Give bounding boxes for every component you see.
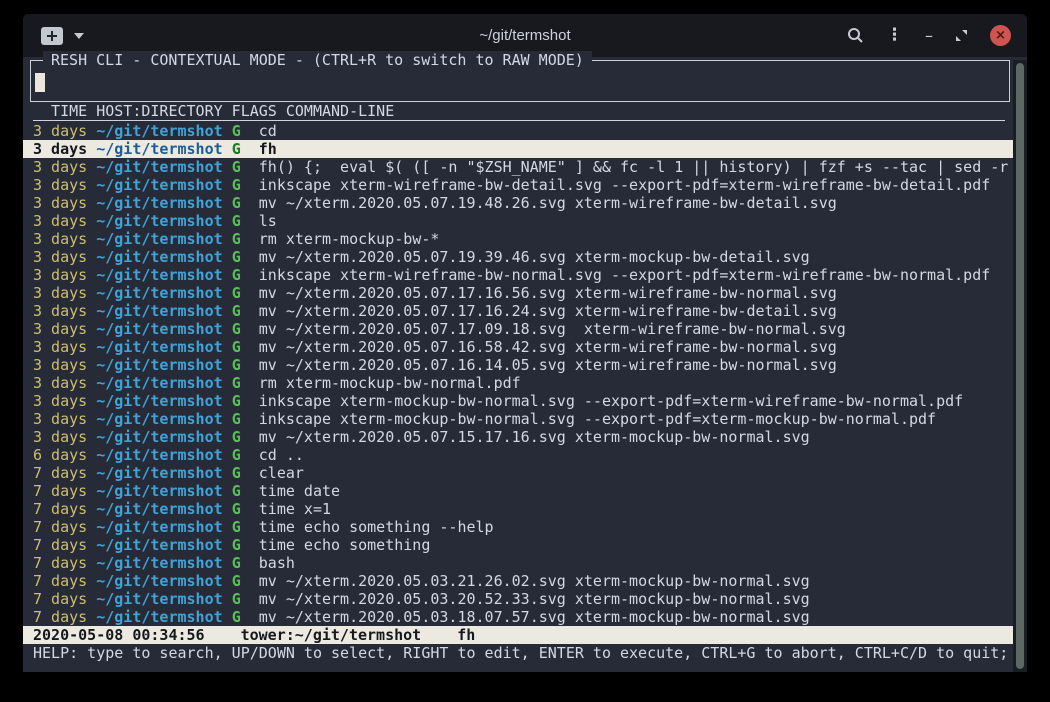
history-row[interactable]: 7 days ~/git/termshot G time echo someth… bbox=[23, 518, 1013, 536]
history-row[interactable]: 3 days ~/git/termshot G inkscape xterm-m… bbox=[23, 410, 1013, 428]
history-row[interactable]: 3 days ~/git/termshot G inkscape xterm-m… bbox=[23, 392, 1013, 410]
terminal-content: RESH CLI - CONTEXTUAL MODE - (CTRL+R to … bbox=[23, 60, 1027, 672]
history-row[interactable]: 7 days ~/git/termshot G bash bbox=[23, 554, 1013, 572]
history-row[interactable]: 3 days ~/git/termshot G rm xterm-mockup-… bbox=[23, 374, 1013, 392]
history-row[interactable]: 3 days ~/git/termshot G rm xterm-mockup-… bbox=[23, 230, 1013, 248]
history-row[interactable]: 3 days ~/git/termshot G mv ~/xterm.2020.… bbox=[23, 338, 1013, 356]
status-location: tower:~/git/termshot bbox=[241, 626, 422, 644]
history-row[interactable]: 3 days ~/git/termshot G mv ~/xterm.2020.… bbox=[23, 248, 1013, 266]
history-row[interactable]: 7 days ~/git/termshot G time echo someth… bbox=[23, 536, 1013, 554]
titlebar-left-controls bbox=[23, 27, 85, 45]
search-icon bbox=[847, 27, 864, 44]
help-line: HELP: type to search, UP/DOWN to select,… bbox=[23, 644, 1013, 662]
table-header: TIME HOST:DIRECTORY FLAGS COMMAND-LINE bbox=[33, 102, 1005, 121]
new-tab-button[interactable] bbox=[41, 27, 63, 45]
scrollbar-thumb[interactable] bbox=[1016, 63, 1024, 669]
search-box[interactable]: RESH CLI - CONTEXTUAL MODE - (CTRL+R to … bbox=[30, 60, 1010, 102]
history-row[interactable]: 3 days ~/git/termshot G mv ~/xterm.2020.… bbox=[23, 194, 1013, 212]
history-row-selected[interactable]: 3 days ~/git/termshot G fh bbox=[23, 140, 1013, 158]
titlebar-right-controls: ⋮ – × bbox=[847, 25, 1027, 46]
history-row[interactable]: 7 days ~/git/termshot G mv ~/xterm.2020.… bbox=[23, 572, 1013, 590]
restore-button[interactable] bbox=[955, 29, 968, 42]
history-list: 3 days ~/git/termshot G cd3 days ~/git/t… bbox=[23, 122, 1027, 626]
terminal-window: ~/git/termshot ⋮ – bbox=[23, 14, 1027, 672]
history-row[interactable]: 7 days ~/git/termshot G time date bbox=[23, 482, 1013, 500]
chevron-down-icon bbox=[73, 32, 85, 40]
history-row[interactable]: 7 days ~/git/termshot G time x=1 bbox=[23, 500, 1013, 518]
history-row[interactable]: 3 days ~/git/termshot G mv ~/xterm.2020.… bbox=[23, 356, 1013, 374]
restore-icon bbox=[955, 29, 968, 42]
minimize-button[interactable]: – bbox=[925, 28, 933, 44]
history-row[interactable]: 7 days ~/git/termshot G clear bbox=[23, 464, 1013, 482]
minimize-icon: – bbox=[925, 28, 933, 44]
status-query: fh bbox=[457, 626, 475, 644]
history-row[interactable]: 3 days ~/git/termshot G inkscape xterm-w… bbox=[23, 176, 1013, 194]
history-row[interactable]: 3 days ~/git/termshot G mv ~/xterm.2020.… bbox=[23, 428, 1013, 446]
history-row[interactable]: 3 days ~/git/termshot G mv ~/xterm.2020.… bbox=[23, 284, 1013, 302]
kebab-menu-icon: ⋮ bbox=[886, 27, 903, 44]
status-bar: 2020-05-08 00:34:56 tower:~/git/termshot f… bbox=[23, 626, 1013, 644]
history-row[interactable]: 3 days ~/git/termshot G inkscape xterm-w… bbox=[23, 266, 1013, 284]
history-row[interactable]: 3 days ~/git/termshot G fh() {; eval $( … bbox=[23, 158, 1013, 176]
history-row[interactable]: 3 days ~/git/termshot G cd bbox=[23, 122, 1013, 140]
history-row[interactable]: 7 days ~/git/termshot G mv ~/xterm.2020.… bbox=[23, 590, 1013, 608]
history-row[interactable]: 3 days ~/git/termshot G ls bbox=[23, 212, 1013, 230]
history-row[interactable]: 7 days ~/git/termshot G mv ~/xterm.2020.… bbox=[23, 608, 1013, 626]
history-row[interactable]: 3 days ~/git/termshot G mv ~/xterm.2020.… bbox=[23, 302, 1013, 320]
desktop-background: ~/git/termshot ⋮ – bbox=[0, 0, 1050, 702]
history-row[interactable]: 3 days ~/git/termshot G mv ~/xterm.2020.… bbox=[23, 320, 1013, 338]
menu-button[interactable]: ⋮ bbox=[886, 27, 903, 44]
search-box-title: RESH CLI - CONTEXTUAL MODE - (CTRL+R to … bbox=[43, 51, 592, 69]
scrollbar[interactable] bbox=[1013, 60, 1027, 672]
close-button[interactable]: × bbox=[990, 25, 1011, 46]
search-button[interactable] bbox=[847, 27, 864, 44]
new-tab-icon bbox=[46, 30, 58, 42]
tab-dropdown-button[interactable] bbox=[73, 32, 85, 40]
close-icon: × bbox=[995, 29, 1006, 42]
status-datetime: 2020-05-08 00:34:56 bbox=[33, 626, 205, 644]
text-cursor bbox=[35, 73, 45, 92]
history-row[interactable]: 6 days ~/git/termshot G cd .. bbox=[23, 446, 1013, 464]
